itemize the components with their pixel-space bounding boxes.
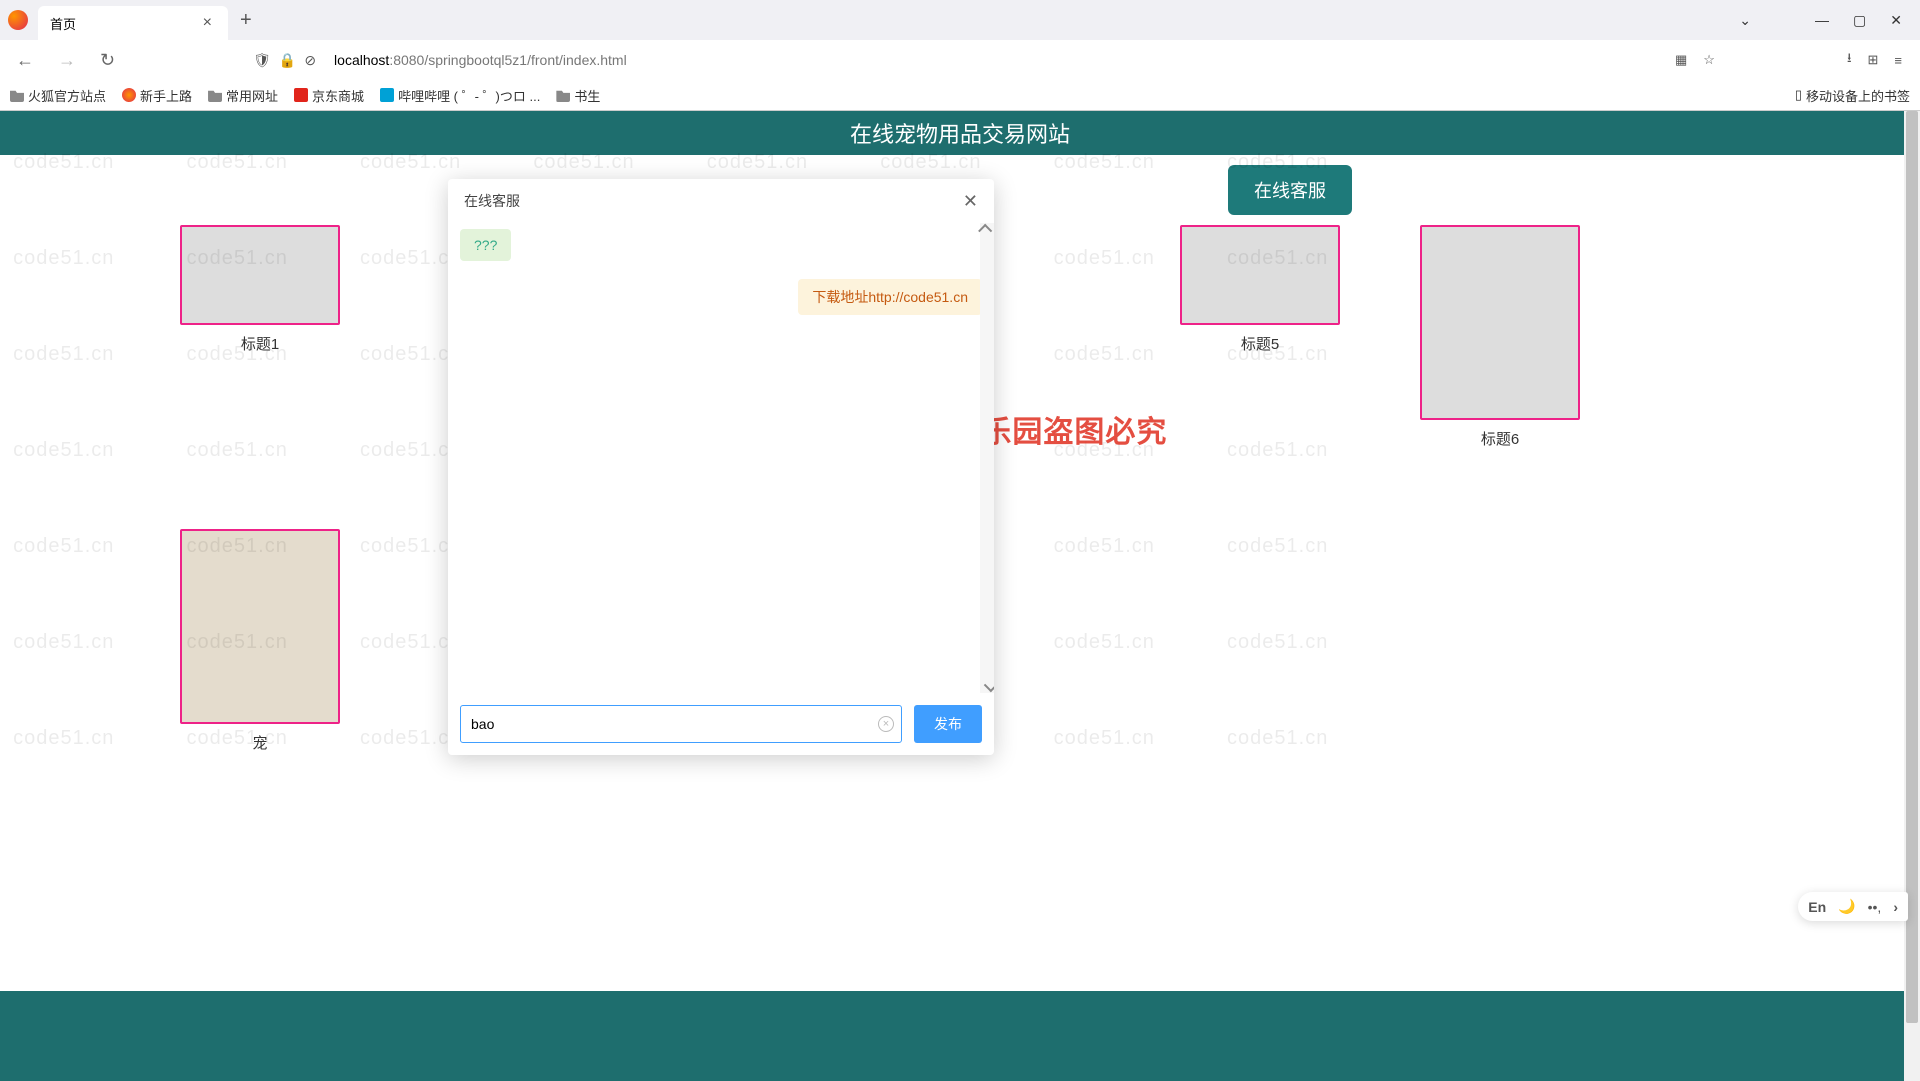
bookmark-label: 火狐官方站点	[28, 86, 106, 105]
nav-right-icons: ▦ ☆ ⭳ ⊞ ≡	[1675, 49, 1910, 71]
bookmark-star-icon[interactable]: ☆	[1703, 52, 1715, 68]
mobile-bookmarks[interactable]: ▯ 移动设备上的书签	[1795, 86, 1910, 105]
tabs-dropdown-icon[interactable]: ⌄	[1739, 12, 1751, 29]
ime-floating-bar[interactable]: En 🌙 ••, ›	[1798, 892, 1908, 921]
chat-message-incoming: ???	[460, 229, 511, 261]
site-header: 在线宠物用品交易网站	[0, 111, 1920, 155]
new-tab-button[interactable]: +	[228, 9, 264, 32]
downloads-icon[interactable]: ⭳	[1847, 49, 1852, 71]
modal-close-icon[interactable]: ✕	[963, 191, 978, 212]
product-image	[180, 225, 340, 325]
bookmark-label: 常用网址	[226, 86, 278, 105]
lock-icon[interactable]: 🔒	[279, 52, 296, 69]
bookmark-item[interactable]: 新手上路	[122, 86, 192, 105]
address-host: localhost	[334, 52, 389, 68]
send-button[interactable]: 发布	[914, 705, 982, 743]
page-content: 在线宠物用品交易网站 首页 商 在线客服 标题1 标题5 标题6 宠 code5…	[0, 111, 1920, 1081]
window-controls: ⌄ — ▢ ✕	[1739, 12, 1920, 29]
product-image	[1420, 225, 1580, 420]
product-card[interactable]: 宠	[180, 529, 340, 753]
address-outer: 🛡 🔒 ⊘ localhost:8080/springbootql5z1/fro…	[253, 45, 1663, 75]
forward-icon: →	[52, 46, 82, 75]
page-scrollbar[interactable]	[1904, 111, 1920, 1081]
bookmark-item[interactable]: 常用网址	[208, 86, 278, 105]
product-card[interactable]: 标题5	[1180, 225, 1340, 449]
chat-body: ??? 下载地址http://code51.cn	[448, 223, 994, 693]
product-title: 宠	[252, 732, 267, 753]
ime-lang[interactable]: En	[1808, 899, 1826, 915]
tab-close-icon[interactable]: ×	[199, 14, 216, 32]
chat-input[interactable]	[460, 705, 902, 743]
product-image	[1180, 225, 1340, 325]
folder-icon	[208, 88, 222, 102]
address-bar[interactable]: localhost:8080/springbootql5z1/front/ind…	[324, 45, 1663, 75]
bookmark-label: 京东商城	[312, 86, 364, 105]
chat-modal: 在线客服 ✕ ??? 下载地址http://code51.cn × 发布	[448, 179, 994, 755]
folder-icon	[556, 88, 570, 102]
clear-input-icon[interactable]: ×	[878, 716, 894, 732]
address-port: :8080	[389, 52, 424, 68]
modal-header: 在线客服 ✕	[448, 179, 994, 223]
extensions-icon[interactable]: ⊞	[1868, 52, 1879, 68]
product-title: 标题5	[1241, 333, 1279, 354]
site-footer	[0, 991, 1904, 1081]
maximize-icon[interactable]: ▢	[1853, 12, 1866, 29]
bookmark-label: 哔哩哔哩 ( ゜- ゜)つロ ...	[398, 86, 540, 105]
qr-icon[interactable]: ▦	[1675, 52, 1687, 68]
menu-icon[interactable]: ≡	[1894, 53, 1902, 68]
firefox-icon	[8, 10, 28, 30]
product-card[interactable]: 标题6	[1420, 225, 1580, 449]
jd-favicon-icon	[294, 88, 308, 102]
ime-punct-icon[interactable]: ••,	[1868, 899, 1882, 915]
nav-bar: ← → ↻ 🛡 🔒 ⊘ localhost:8080/springbootql5…	[0, 40, 1920, 80]
modal-footer: × 发布	[448, 693, 994, 755]
address-path: /springbootql5z1/front/index.html	[424, 52, 626, 68]
ime-expand-icon[interactable]: ›	[1893, 899, 1898, 915]
product-title: 标题1	[241, 333, 279, 354]
product-card[interactable]: 标题1	[180, 225, 340, 449]
ime-moon-icon[interactable]: 🌙	[1838, 898, 1855, 915]
bookmark-label: 书生	[574, 86, 600, 105]
shield-icon[interactable]: 🛡	[253, 52, 271, 69]
chat-input-wrap: ×	[460, 705, 902, 743]
browser-chrome: 首页 × + ⌄ — ▢ ✕ ← → ↻ 🛡 🔒 ⊘ localhost:808…	[0, 0, 1920, 111]
product-title: 标题6	[1481, 428, 1519, 449]
bilibili-favicon-icon	[380, 88, 394, 102]
bookmark-item[interactable]: 书生	[556, 86, 600, 105]
online-service-button[interactable]: 在线客服	[1228, 165, 1352, 215]
modal-title: 在线客服	[464, 191, 963, 211]
back-icon[interactable]: ←	[10, 46, 40, 75]
reload-icon[interactable]: ↻	[94, 46, 121, 75]
permissions-icon[interactable]: ⊘	[304, 52, 316, 69]
bookmarks-bar: 火狐官方站点 新手上路 常用网址 京东商城 哔哩哔哩 ( ゜- ゜)つロ ...…	[0, 80, 1920, 110]
product-image	[180, 529, 340, 724]
modal-scrollbar[interactable]	[980, 223, 994, 693]
chat-message-outgoing: 下载地址http://code51.cn	[798, 279, 982, 315]
mobile-bookmarks-label: 移动设备上的书签	[1806, 86, 1910, 105]
bookmark-item[interactable]: 京东商城	[294, 86, 364, 105]
close-window-icon[interactable]: ✕	[1890, 12, 1902, 29]
folder-icon	[10, 88, 24, 102]
bookmark-item[interactable]: 火狐官方站点	[10, 86, 106, 105]
site-title: 在线宠物用品交易网站	[850, 117, 1070, 149]
minimize-icon[interactable]: —	[1815, 12, 1829, 29]
mobile-icon: ▯	[1795, 87, 1802, 103]
bookmark-item[interactable]: 哔哩哔哩 ( ゜- ゜)つロ ...	[380, 86, 540, 105]
tab-title: 首页	[50, 14, 199, 33]
firefox-favicon-icon	[122, 88, 136, 102]
tab-bar: 首页 × + ⌄ — ▢ ✕	[0, 0, 1920, 40]
bookmark-label: 新手上路	[140, 86, 192, 105]
browser-tab[interactable]: 首页 ×	[38, 6, 228, 40]
